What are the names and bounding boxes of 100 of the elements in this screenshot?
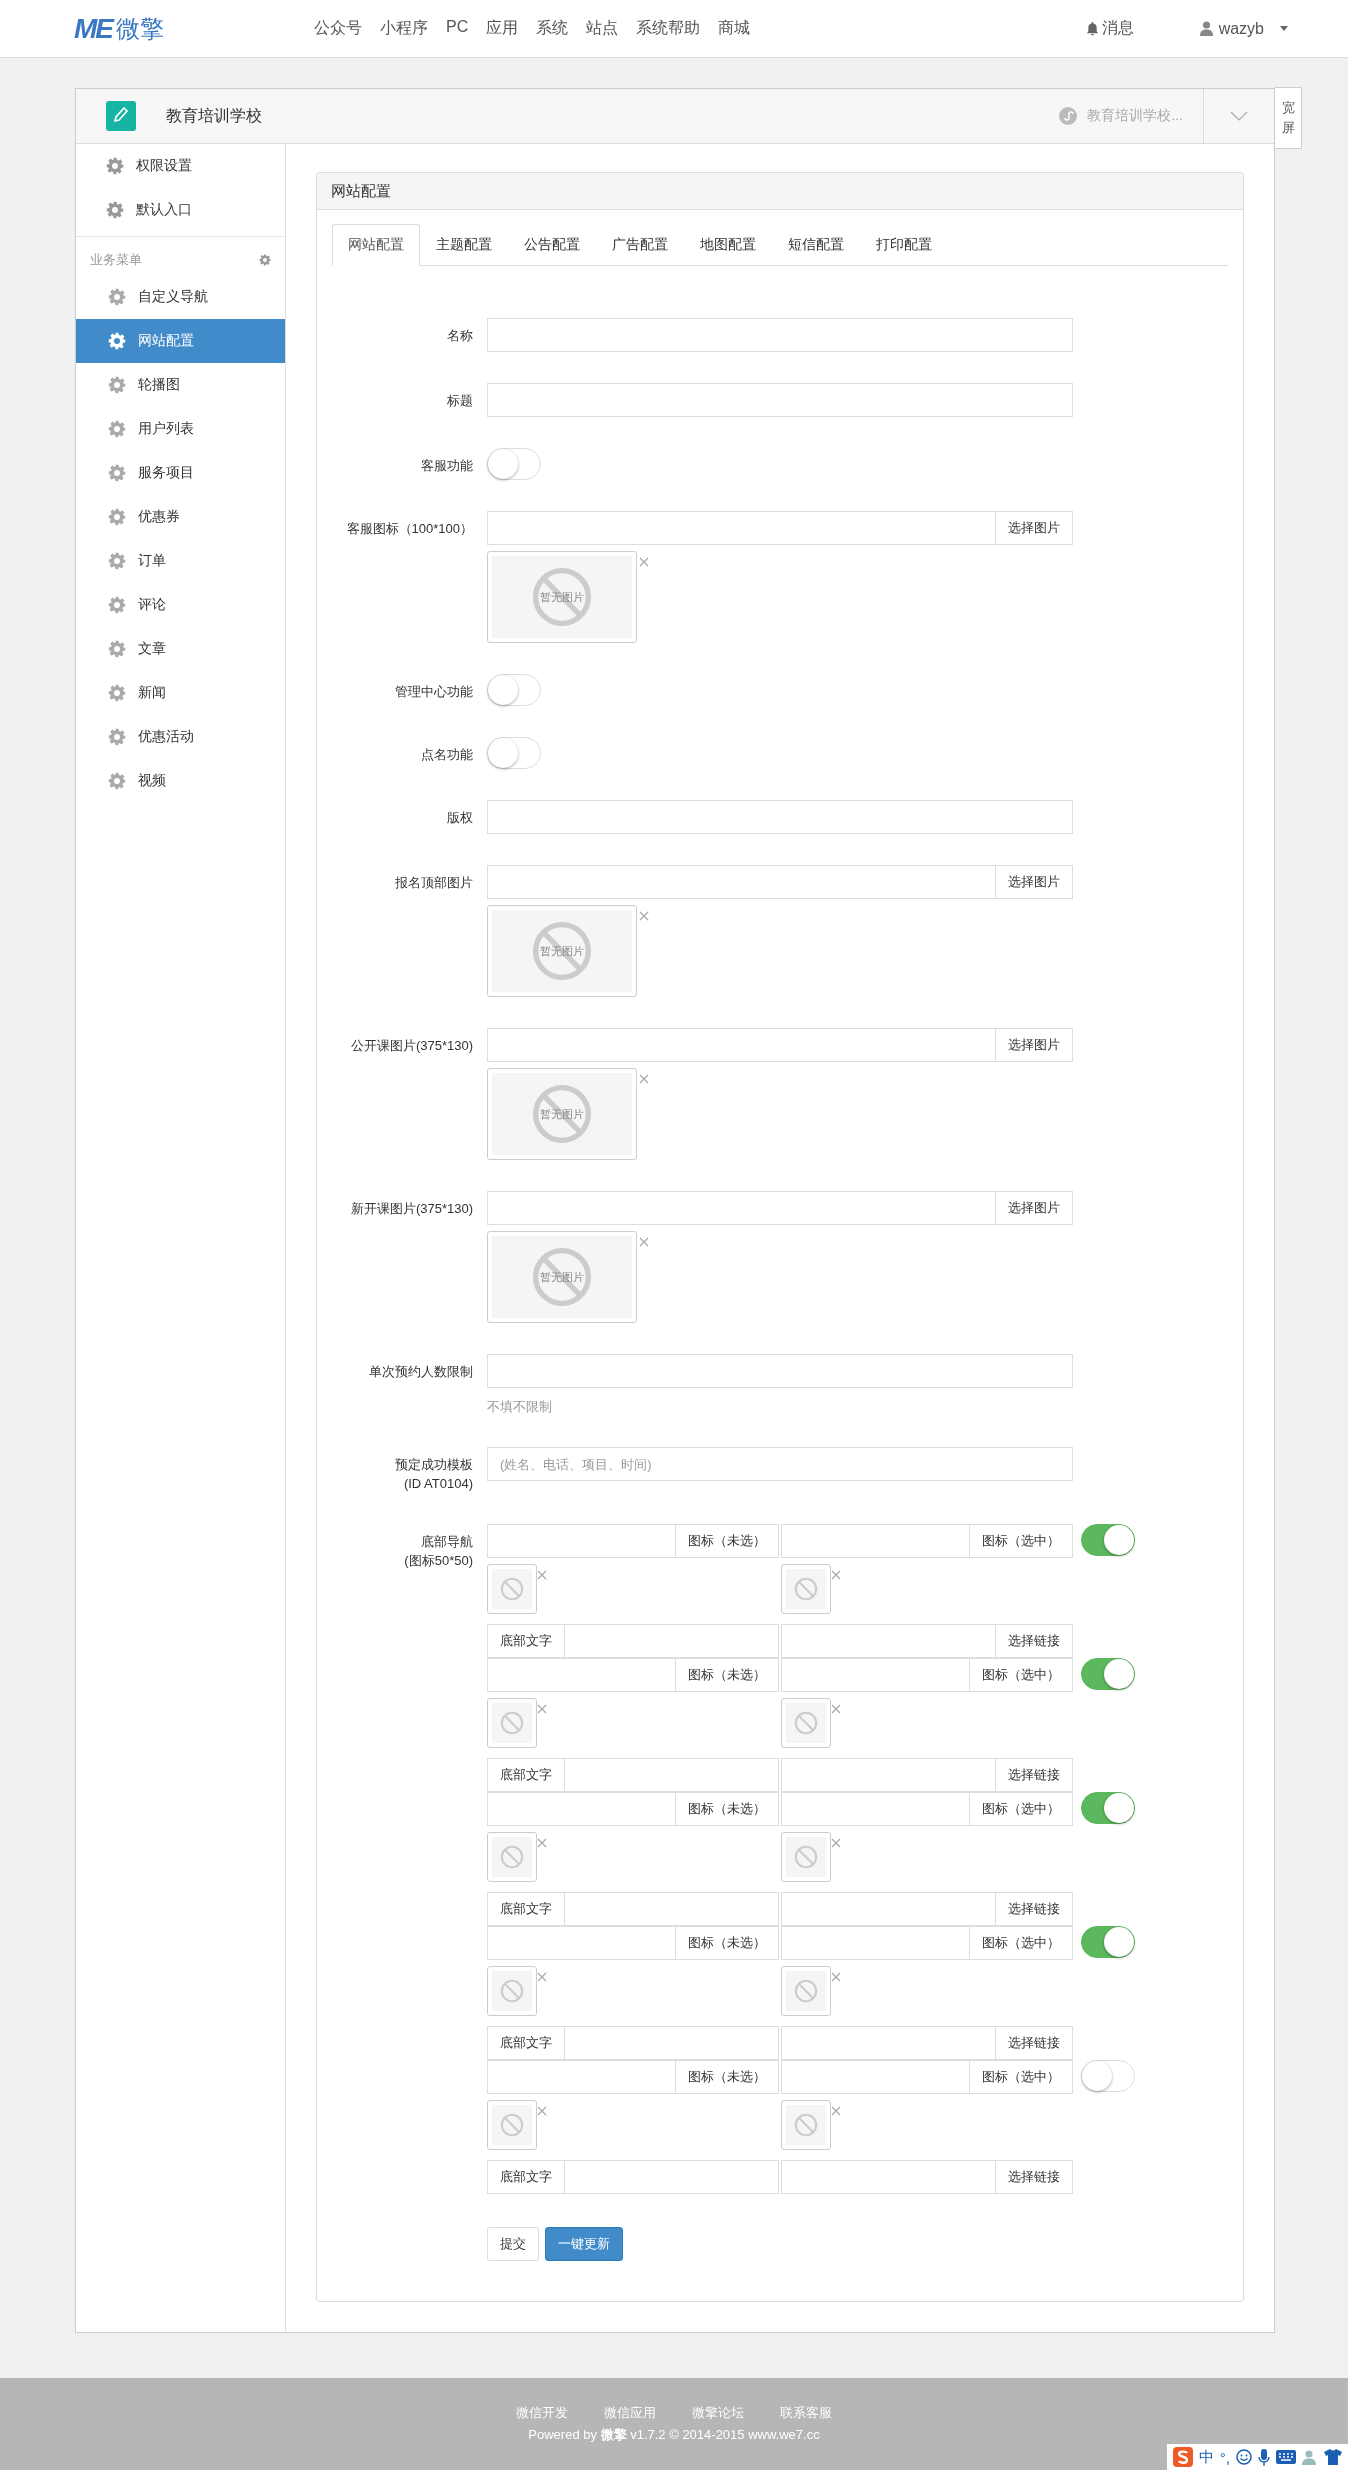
nav-link[interactable]: 小程序 bbox=[380, 18, 428, 39]
logo[interactable]: ME微擎 bbox=[74, 12, 314, 45]
text-field[interactable] bbox=[487, 318, 1073, 352]
link-field[interactable]: 选择链接 bbox=[781, 2026, 1073, 2060]
ime-language[interactable]: 中 bbox=[1198, 2447, 1214, 2467]
shirt-icon[interactable] bbox=[1324, 2449, 1342, 2465]
ime-punctuation[interactable]: °, bbox=[1219, 2448, 1230, 2466]
sidebar-item[interactable]: 评论 bbox=[76, 583, 285, 627]
close-icon[interactable] bbox=[537, 1972, 547, 1982]
nav-text-field[interactable]: 底部文字 bbox=[487, 1758, 779, 1792]
nav-link[interactable]: 商城 bbox=[718, 18, 751, 39]
gear-icon bbox=[108, 464, 126, 482]
sidebar-item[interactable]: 自定义导航 bbox=[76, 275, 285, 319]
toggle-switch[interactable] bbox=[1081, 1524, 1135, 1556]
field-label: (图标50*50) bbox=[404, 1552, 473, 1570]
icon-url-field[interactable]: 图标（选中） bbox=[781, 1792, 1073, 1826]
submit-button[interactable]: 提交 bbox=[487, 2227, 539, 2261]
link-field[interactable]: 选择链接 bbox=[781, 1758, 1073, 1792]
close-icon[interactable] bbox=[831, 1570, 841, 1580]
sidebar-item[interactable]: 服务项目 bbox=[76, 451, 285, 495]
close-icon[interactable] bbox=[537, 2106, 547, 2116]
icon-url-field[interactable]: 图标（选中） bbox=[781, 1658, 1073, 1692]
nav-text-field[interactable]: 底部文字 bbox=[487, 2160, 779, 2194]
close-icon[interactable] bbox=[831, 1838, 841, 1848]
icon-url-field[interactable]: 图标（选中） bbox=[781, 2060, 1073, 2094]
microphone-icon[interactable] bbox=[1258, 2448, 1270, 2466]
sidebar-item[interactable]: 用户列表 bbox=[76, 407, 285, 451]
close-icon[interactable] bbox=[537, 1838, 547, 1848]
close-icon[interactable] bbox=[537, 1704, 547, 1714]
icon-url-field[interactable]: 图标（未选） bbox=[487, 1792, 779, 1826]
text-field[interactable] bbox=[487, 800, 1073, 834]
sidebar-item[interactable]: 默认入口 bbox=[76, 188, 285, 232]
nav-text-field[interactable]: 底部文字 bbox=[487, 1892, 779, 1926]
sidebar-item[interactable]: 文章 bbox=[76, 627, 285, 671]
icon-url-field[interactable]: 图标（未选） bbox=[487, 1658, 779, 1692]
smiley-icon[interactable] bbox=[1236, 2449, 1252, 2465]
bell-icon[interactable] bbox=[1085, 21, 1099, 36]
image-url-field[interactable]: 选择图片 bbox=[487, 865, 1073, 899]
user-name[interactable]: wazyb bbox=[1218, 19, 1264, 38]
sidebar-item[interactable]: 轮播图 bbox=[76, 363, 285, 407]
gear-icon bbox=[108, 684, 126, 702]
text-field[interactable]: (姓名、电话、项目、时间) bbox=[487, 1447, 1073, 1481]
sidebar-item[interactable]: 视频 bbox=[76, 759, 285, 803]
link-field[interactable]: 选择链接 bbox=[781, 1892, 1073, 1926]
sidebar-item[interactable]: 权限设置 bbox=[76, 144, 285, 188]
tab[interactable]: 网站配置 bbox=[332, 224, 420, 266]
link-field[interactable]: 选择链接 bbox=[781, 1624, 1073, 1658]
close-icon[interactable] bbox=[639, 1237, 649, 1247]
close-icon[interactable] bbox=[639, 1074, 649, 1084]
image-url-field[interactable]: 选择图片 bbox=[487, 1191, 1073, 1225]
chevron-down-icon[interactable] bbox=[1230, 111, 1248, 121]
close-icon[interactable] bbox=[639, 557, 649, 567]
nav-link[interactable]: 应用 bbox=[486, 18, 519, 39]
sidebar-item[interactable]: 订单 bbox=[76, 539, 285, 583]
nav-link[interactable]: 系统帮助 bbox=[636, 18, 701, 39]
icon-url-field[interactable]: 图标（未选） bbox=[487, 2060, 779, 2094]
nav-link[interactable]: 站点 bbox=[586, 18, 619, 39]
nav-link[interactable]: PC bbox=[446, 18, 469, 39]
tab[interactable]: 打印配置 bbox=[860, 224, 948, 266]
close-icon[interactable] bbox=[831, 1972, 841, 1982]
close-icon[interactable] bbox=[831, 1704, 841, 1714]
close-icon[interactable] bbox=[639, 911, 649, 921]
text-field[interactable] bbox=[487, 383, 1073, 417]
caret-icon[interactable] bbox=[1280, 26, 1288, 31]
field-label: 管理中心功能 bbox=[395, 683, 473, 701]
sidebar-item[interactable]: 网站配置 bbox=[76, 319, 285, 363]
tab[interactable]: 短信配置 bbox=[772, 224, 860, 266]
keyboard-icon[interactable] bbox=[1276, 2450, 1296, 2464]
icon-url-field[interactable]: 图标（未选） bbox=[487, 1926, 779, 1960]
close-icon[interactable] bbox=[831, 2106, 841, 2116]
icon-url-field[interactable]: 图标（选中） bbox=[781, 1524, 1073, 1558]
user-icon[interactable] bbox=[1302, 2449, 1318, 2465]
tab[interactable]: 地图配置 bbox=[684, 224, 772, 266]
nav-link[interactable]: 系统 bbox=[536, 18, 569, 39]
ime-logo-icon[interactable] bbox=[1172, 2447, 1193, 2467]
image-url-field[interactable]: 选择图片 bbox=[487, 511, 1073, 545]
close-icon[interactable] bbox=[537, 1570, 547, 1580]
icon-url-field[interactable]: 图标（选中） bbox=[781, 1926, 1073, 1960]
field-label: 预定成功模板 bbox=[395, 1456, 473, 1474]
tab[interactable]: 公告配置 bbox=[508, 224, 596, 266]
wide-screen-button[interactable]: 宽屏 bbox=[1275, 87, 1302, 149]
nav-link[interactable]: 公众号 bbox=[314, 18, 362, 39]
gear-icon bbox=[106, 201, 124, 219]
tab[interactable]: 广告配置 bbox=[596, 224, 684, 266]
toggle-switch[interactable] bbox=[1081, 1658, 1135, 1690]
text-field[interactable] bbox=[487, 1354, 1073, 1388]
tab[interactable]: 主题配置 bbox=[420, 224, 508, 266]
sidebar-item[interactable]: 新闻 bbox=[76, 671, 285, 715]
sidebar-item[interactable]: 优惠券 bbox=[76, 495, 285, 539]
nav-text-field[interactable]: 底部文字 bbox=[487, 1624, 779, 1658]
toggle-switch[interactable] bbox=[1081, 1792, 1135, 1824]
toggle-switch[interactable] bbox=[1081, 1926, 1135, 1958]
messages-link[interactable]: 消息 bbox=[1101, 18, 1134, 39]
icon-url-field[interactable]: 图标（未选） bbox=[487, 1524, 779, 1558]
link-field[interactable]: 选择链接 bbox=[781, 2160, 1073, 2194]
sidebar-item[interactable]: 优惠活动 bbox=[76, 715, 285, 759]
update-button[interactable]: 一键更新 bbox=[545, 2227, 623, 2261]
image-url-field[interactable]: 选择图片 bbox=[487, 1028, 1073, 1062]
settings-icon bbox=[259, 254, 271, 266]
nav-text-field[interactable]: 底部文字 bbox=[487, 2026, 779, 2060]
